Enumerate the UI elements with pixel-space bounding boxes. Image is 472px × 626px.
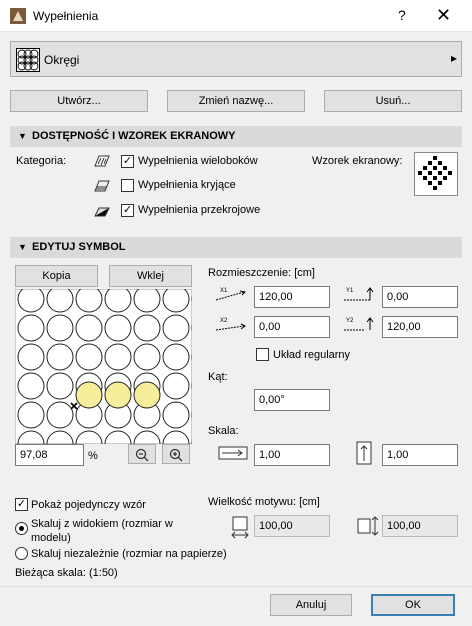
regular-layout-label: Układ regularny <box>273 349 351 361</box>
chevron-right-icon: ▸ <box>451 51 458 65</box>
motif-height-field: 100,00 <box>382 515 458 537</box>
svg-text:Y2: Y2 <box>346 318 354 324</box>
x2-field[interactable]: 0,00 <box>254 316 330 338</box>
x2-icon: X2 <box>215 318 246 331</box>
motif-height-icon <box>357 516 379 536</box>
y1-field[interactable]: 0,00 <box>382 286 458 308</box>
layout-label: Rozmieszczenie: [cm] <box>208 267 315 279</box>
svg-text:X2: X2 <box>220 318 228 324</box>
zoom-out-button[interactable] <box>128 444 156 464</box>
collapse-triangle-icon: ▼ <box>18 131 27 141</box>
rename-button[interactable]: Zmień nazwę... <box>167 90 305 112</box>
y1-icon: Y1 <box>344 287 374 301</box>
svg-text:Y1: Y1 <box>346 288 354 294</box>
polygon-fill-icon <box>94 155 110 167</box>
scale-x-field[interactable]: 1,00 <box>254 444 330 466</box>
motif-width-icon <box>231 516 249 539</box>
cancel-button[interactable]: Anuluj <box>270 594 352 616</box>
delete-button[interactable]: Usuń... <box>324 90 462 112</box>
scale-independent-label: Skaluj niezależnie (rozmiar na papierze) <box>31 548 227 560</box>
show-single-label: Pokaż pojedynczy wzór <box>31 499 146 511</box>
cover-fill-icon <box>94 180 110 192</box>
title-bar: Wypełnienia ? ✕ <box>0 0 472 32</box>
cover-fill-label: Wypełnienia kryjące <box>138 179 236 191</box>
zoom-field[interactable]: 97,08 <box>15 444 84 466</box>
x1-field[interactable]: 120,00 <box>254 286 330 308</box>
scale-independent-radio[interactable] <box>15 547 28 560</box>
cover-fill-checkbox[interactable] <box>121 179 134 192</box>
paste-button[interactable]: Wklej <box>109 265 192 287</box>
show-single-checkbox[interactable]: ✓ <box>15 498 28 511</box>
scale-y-field[interactable]: 1,00 <box>382 444 458 466</box>
x1-icon: X1 <box>215 288 247 301</box>
motif-width-field: 100,00 <box>254 515 330 537</box>
zoom-in-icon <box>169 448 183 462</box>
collapse-triangle-icon: ▼ <box>18 242 27 252</box>
ok-button[interactable]: OK <box>371 594 455 616</box>
polygon-fill-label: Wypełnienia wieloboków <box>138 155 258 167</box>
cut-fill-icon <box>94 207 110 217</box>
availability-section-header[interactable]: ▼ DOSTĘPNOŚĆ I WZOREK EKRANOWY <box>10 126 462 147</box>
fill-name: Okręgi <box>44 53 80 67</box>
y2-field[interactable]: 120,00 <box>382 316 458 338</box>
screen-pattern-preview[interactable] <box>414 152 458 196</box>
current-scale-label: Bieżąca skala: (1:50) <box>15 567 118 579</box>
circles-pattern-icon <box>16 48 40 72</box>
scale-x-icon <box>218 446 248 460</box>
y2-icon: Y2 <box>344 317 374 331</box>
scale-with-view-label: Skaluj z widokiem (rozmiar w modelu) <box>31 518 173 544</box>
edit-symbol-section-header[interactable]: ▼ EDYTUJ SYMBOL <box>10 237 462 258</box>
fill-type-selector[interactable]: Okręgi ▸ <box>10 41 462 77</box>
screen-pattern-label: Wzorek ekranowy: <box>312 155 403 167</box>
app-icon <box>10 8 26 24</box>
svg-text:X1: X1 <box>220 288 228 294</box>
scale-y-icon <box>356 441 372 465</box>
help-button[interactable]: ? <box>398 7 406 23</box>
angle-field[interactable]: 0,00° <box>254 389 330 411</box>
angle-label: Kąt: <box>208 371 228 383</box>
motif-size-label: Wielkość motywu: [cm] <box>208 496 320 508</box>
window-title: Wypełnienia <box>33 9 99 23</box>
close-button[interactable]: ✕ <box>436 5 451 26</box>
cut-fill-label: Wypełnienia przekrojowe <box>138 204 261 216</box>
pattern-editor-canvas[interactable] <box>15 289 192 444</box>
polygon-fill-checkbox[interactable]: ✓ <box>121 155 134 168</box>
edit-symbol-section-title: EDYTUJ SYMBOL <box>32 241 126 253</box>
scale-with-view-radio[interactable] <box>15 522 28 535</box>
zoom-out-icon <box>135 448 149 462</box>
zoom-unit: % <box>88 450 98 462</box>
category-label: Kategoria: <box>16 155 67 167</box>
regular-layout-checkbox[interactable] <box>256 348 269 361</box>
create-button[interactable]: Utwórz... <box>10 90 148 112</box>
scale-label: Skala: <box>208 425 239 437</box>
availability-section-title: DOSTĘPNOŚĆ I WZOREK EKRANOWY <box>32 130 236 142</box>
cut-fill-checkbox[interactable]: ✓ <box>121 204 134 217</box>
copy-button[interactable]: Kopia <box>15 265 98 287</box>
zoom-in-button[interactable] <box>162 444 190 464</box>
